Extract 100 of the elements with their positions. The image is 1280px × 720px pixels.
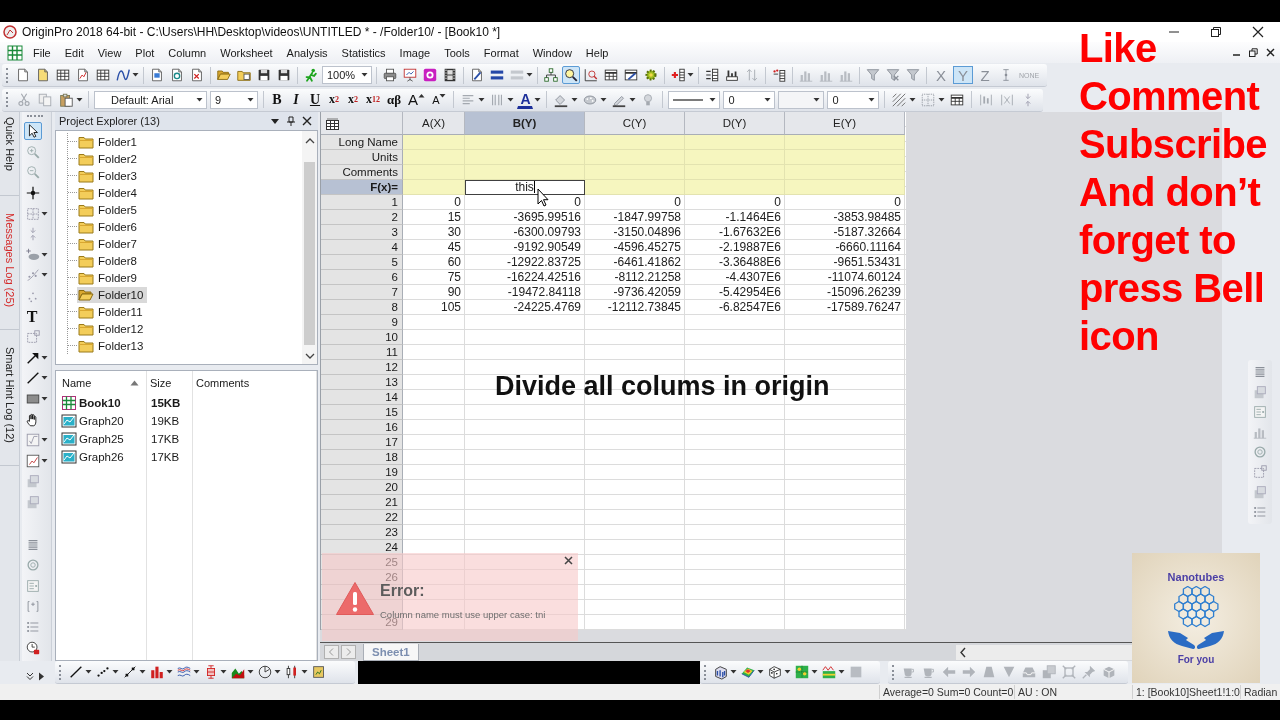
caret-icon[interactable] (730, 669, 737, 675)
menu-item[interactable]: Analysis (279, 43, 335, 62)
zoom-dropdown[interactable]: 100% (322, 66, 372, 84)
grid-icon[interactable] (94, 66, 112, 84)
caret-icon[interactable] (709, 96, 717, 103)
caret-icon[interactable] (139, 669, 146, 675)
caret-icon[interactable] (193, 669, 200, 675)
caret-icon[interactable] (757, 669, 764, 675)
caret-icon[interactable] (85, 669, 92, 675)
magnifier-icon[interactable] (562, 66, 580, 84)
menu-item[interactable]: View (90, 43, 129, 62)
row-header[interactable]: 24 (321, 540, 403, 555)
folder-item[interactable]: Folder4 (77, 184, 141, 201)
folder-item[interactable]: Folder3 (77, 167, 141, 184)
column-header[interactable]: E(Y) (785, 112, 905, 135)
row-header[interactable]: 13 (321, 375, 403, 390)
right-triangle-icon[interactable] (38, 672, 45, 681)
row-header[interactable]: 19 (321, 465, 403, 480)
row-header[interactable]: Comments (321, 165, 403, 180)
ring-square-icon[interactable] (421, 66, 439, 84)
row-header[interactable]: 2 (321, 210, 403, 225)
caret-icon[interactable] (41, 251, 48, 258)
column-header[interactable]: Size (147, 371, 192, 394)
table-pen-icon[interactable] (622, 66, 640, 84)
row-header[interactable]: 23 (321, 525, 403, 540)
file-name[interactable]: Graph26 (59, 448, 146, 466)
caret-icon[interactable] (507, 96, 515, 103)
scrollbar[interactable] (302, 131, 317, 364)
up-chevron-icon[interactable] (304, 138, 315, 144)
easel-board-icon[interactable] (401, 66, 419, 84)
pin-icon[interactable] (286, 115, 296, 127)
shrink-font-button[interactable]: A (430, 90, 449, 109)
dotted-square-icon[interactable] (1251, 463, 1269, 481)
caret-icon[interactable] (687, 72, 694, 78)
dropdown-field[interactable] (778, 90, 825, 109)
column-header[interactable]: D(Y) (685, 112, 785, 135)
restore-icon[interactable] (1249, 48, 1258, 57)
grow-font-button[interactable]: A (406, 90, 428, 109)
funnel-cross-icon[interactable] (884, 66, 902, 84)
caret-icon[interactable] (41, 354, 48, 361)
cell-edit-field[interactable]: this (465, 180, 585, 195)
script-button[interactable]: x$^{2}$ (326, 90, 342, 109)
side-tab[interactable]: Quick Help (0, 112, 19, 196)
caret-icon[interactable] (41, 437, 48, 444)
menu-item[interactable]: Column (161, 43, 214, 62)
hatch-pattern-icon[interactable] (890, 90, 909, 109)
folder-item[interactable]: Folder8 (77, 252, 141, 269)
row-header[interactable]: 14 (321, 390, 403, 405)
row-header[interactable]: Units (321, 150, 403, 165)
row-header[interactable]: 6 (321, 270, 403, 285)
column-header[interactable]: A(X) (403, 112, 465, 135)
side-tab[interactable]: Smart Hint Log (12) (0, 329, 19, 466)
menu-item[interactable]: Help (578, 43, 616, 62)
caret-icon[interactable] (247, 96, 254, 103)
close-icon[interactable] (1252, 26, 1264, 38)
double-down-arrow-icon[interactable] (26, 672, 34, 681)
down-chevron-icon[interactable] (304, 353, 315, 359)
caret-icon[interactable] (132, 72, 139, 78)
row-header[interactable]: 20 (321, 480, 403, 495)
file-name[interactable]: Book10 (59, 394, 146, 412)
row-header[interactable]: Long Name (321, 135, 403, 150)
folder-item[interactable]: Folder7 (77, 235, 141, 252)
close-icon[interactable] (1266, 48, 1275, 57)
printer-icon[interactable] (381, 66, 399, 84)
caret-icon[interactable] (571, 96, 579, 103)
table-icon[interactable] (602, 66, 620, 84)
menu-item[interactable]: Tools (437, 43, 477, 62)
folder-item[interactable]: Folder5 (77, 201, 141, 218)
caret-icon[interactable] (361, 72, 368, 78)
menu-item[interactable]: Image (392, 43, 438, 62)
row-header[interactable]: 9 (321, 315, 403, 330)
dice-icon[interactable] (766, 663, 784, 681)
row-header[interactable]: 15 (321, 405, 403, 420)
greek-letters-button[interactable]: αβ (385, 90, 404, 109)
plus-column-icon[interactable] (669, 66, 687, 84)
row-header[interactable]: 12 (321, 360, 403, 375)
caret-icon[interactable] (868, 96, 876, 103)
row-header[interactable]: 21 (321, 495, 403, 510)
grid-icon[interactable] (54, 66, 72, 84)
caret-icon[interactable] (247, 669, 254, 675)
folder-item[interactable]: Folder1 (77, 133, 141, 150)
row-header[interactable]: 5 (321, 255, 403, 270)
folder-item[interactable]: Folder9 (77, 269, 141, 286)
font-size-dropdown[interactable]: 9 (210, 90, 258, 109)
row-header[interactable]: 10 (321, 330, 403, 345)
text-tool-button[interactable]: T (24, 307, 40, 326)
sort-triangle-icon[interactable] (130, 379, 139, 386)
caret-icon[interactable] (534, 96, 542, 103)
font-dropdown[interactable]: Default: Arial (94, 90, 207, 109)
folder-item[interactable]: Folder12 (77, 320, 148, 337)
caret-icon[interactable] (196, 96, 203, 103)
caret-icon[interactable] (76, 96, 83, 103)
caret-icon[interactable] (909, 96, 917, 103)
folder-item[interactable]: Folder11 (77, 303, 147, 320)
row-header[interactable]: 17 (321, 435, 403, 450)
italic-button[interactable]: I (288, 90, 304, 109)
line-style-dropdown[interactable] (668, 90, 721, 109)
column-header[interactable]: Name (59, 371, 146, 394)
caret-icon[interactable] (274, 669, 281, 675)
file-name[interactable]: Graph25 (59, 430, 146, 448)
